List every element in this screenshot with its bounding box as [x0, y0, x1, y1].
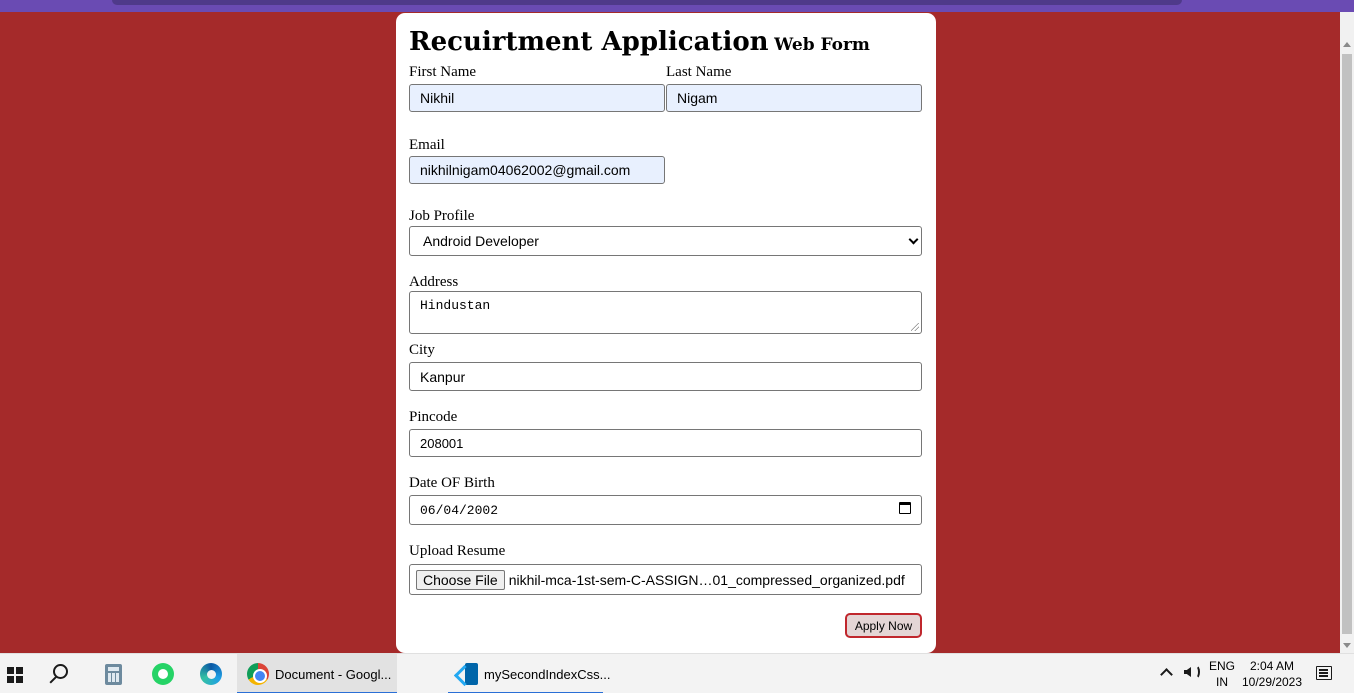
first-name-input[interactable]: Nikhil: [409, 84, 665, 112]
edge-icon[interactable]: [200, 663, 222, 685]
chevron-up-icon[interactable]: [1160, 668, 1173, 681]
email-label: Email: [409, 137, 445, 153]
search-icon[interactable]: [53, 664, 68, 679]
region-code: IN: [1216, 675, 1228, 689]
job-profile-selected: Android Developer: [423, 233, 539, 249]
dob-value: 06/04/2002: [420, 502, 499, 518]
job-profile-select[interactable]: Android Developer: [409, 226, 922, 256]
windows-taskbar: Document - Googl... mySecondIndexCss... …: [0, 653, 1354, 693]
speaker-wave-icon: [1192, 665, 1200, 679]
address-label: Address: [409, 274, 459, 290]
form-title-suffix: Web Form: [774, 35, 870, 55]
resume-label: Upload Resume: [409, 543, 506, 559]
scrollbar-thumb[interactable]: [1342, 54, 1352, 634]
browser-top-strip: [0, 0, 1354, 12]
application-form: Recuirtment Application Web Form First N…: [396, 13, 936, 653]
whatsapp-icon[interactable]: [152, 663, 174, 685]
address-value: Hindustan: [420, 298, 491, 313]
address-textarea[interactable]: Hindustan: [409, 291, 922, 334]
clock-date: 10/29/2023: [1241, 675, 1303, 689]
speaker-icon[interactable]: [1184, 667, 1191, 677]
windows-start-icon[interactable]: [7, 667, 23, 683]
page-title: Recuirtment Application Web Form: [409, 27, 870, 57]
taskbar-app-vscode[interactable]: mySecondIndexCss...: [448, 654, 610, 693]
job-profile-label: Job Profile: [409, 208, 475, 224]
system-clock[interactable]: 2:04 AM 10/29/2023: [1241, 658, 1303, 690]
last-name-input[interactable]: Nigam: [666, 84, 922, 112]
taskbar-app-label: mySecondIndexCss...: [484, 666, 611, 682]
form-title: Recuirtment Application: [409, 27, 769, 57]
notification-icon[interactable]: [1316, 666, 1332, 680]
dob-date-input[interactable]: 06/04/2002: [409, 495, 922, 525]
calculator-icon[interactable]: [105, 664, 122, 685]
email-field[interactable]: nikhilnigam04062002@gmail.com: [409, 156, 665, 184]
page-scrollbar[interactable]: [1340, 12, 1354, 653]
resume-file-name: nikhil-mca-1st-sem-C-ASSIGN…01_compresse…: [508, 571, 905, 588]
city-label: City: [409, 342, 435, 358]
pincode-label: Pincode: [409, 409, 458, 425]
chrome-icon: [247, 663, 269, 685]
pincode-input[interactable]: 208001: [409, 429, 922, 457]
last-name-label: Last Name: [666, 64, 732, 80]
calendar-icon[interactable]: [899, 502, 911, 514]
resume-file-input[interactable]: Choose File nikhil-mca-1st-sem-C-ASSIGN……: [409, 564, 922, 595]
language-code: ENG: [1208, 659, 1235, 673]
language-indicator[interactable]: ENG IN: [1207, 658, 1237, 690]
browser-tab-strip: [112, 0, 1182, 5]
taskbar-app-label: Document - Googl...: [275, 666, 392, 682]
clock-time: 2:04 AM: [1249, 659, 1295, 673]
dob-label: Date OF Birth: [409, 475, 495, 491]
first-name-label: First Name: [409, 64, 477, 80]
choose-file-button[interactable]: Choose File: [416, 569, 505, 590]
vscode-icon: [456, 663, 478, 685]
chevron-down-icon: [908, 234, 919, 245]
apply-now-button[interactable]: Apply Now: [845, 613, 922, 638]
taskbar-app-chrome[interactable]: Document - Googl...: [237, 654, 397, 693]
scroll-down-icon[interactable]: [1343, 643, 1351, 648]
resize-handle-icon[interactable]: [911, 323, 919, 331]
city-input[interactable]: Kanpur: [409, 362, 922, 391]
scroll-up-icon[interactable]: [1343, 42, 1351, 47]
